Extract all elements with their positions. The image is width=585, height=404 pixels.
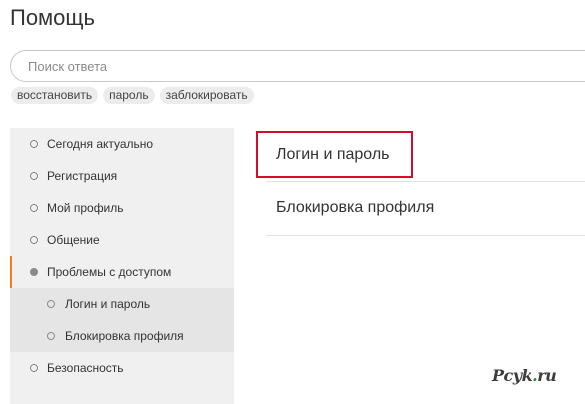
watermark-logo: Pcyk.ru [492,366,557,385]
radio-bullet-icon [47,332,55,340]
divider [266,181,585,182]
content-link-label: Блокировка профиля [276,199,435,216]
page-title: Помощь [10,5,95,30]
sidebar-subitem-login-password[interactable]: Логин и пароль [10,288,234,320]
sidebar-item-registration[interactable]: Регистрация [10,160,234,192]
tag-suggestions: восстановить пароль заблокировать [11,87,254,104]
sidebar-item-label: Безопасность [47,361,124,375]
content-link-login-password[interactable]: Логин и пароль [256,131,585,180]
sidebar-subitem-profile-block[interactable]: Блокировка профиля [10,320,234,352]
search-box[interactable] [10,50,585,82]
sidebar-item-my-profile[interactable]: Мой профиль [10,192,234,224]
tag-password[interactable]: пароль [103,87,155,104]
search-input[interactable] [11,51,585,81]
radio-bullet-filled-icon [30,268,38,276]
radio-bullet-icon [30,204,38,212]
sidebar-item-label: Мой профиль [47,201,124,215]
watermark-tld: ru [537,366,557,385]
radio-bullet-icon [30,364,38,372]
watermark-brand: Pcyk [492,366,533,385]
radio-bullet-icon [30,172,38,180]
tag-block[interactable]: заблокировать [159,87,254,104]
sidebar-item-communication[interactable]: Общение [10,224,234,256]
radio-bullet-icon [47,300,55,308]
sidebar-item-today[interactable]: Сегодня актуально [10,128,234,160]
sidebar-item-access-problems[interactable]: Проблемы с доступом [10,256,234,288]
sidebar-item-label: Сегодня актуально [47,137,154,151]
tag-restore[interactable]: восстановить [11,87,99,104]
sidebar-item-label: Общение [47,233,100,247]
content-link-profile-block[interactable]: Блокировка профиля [266,193,585,223]
sidebar-item-label: Блокировка профиля [65,329,184,343]
sidebar-item-label: Проблемы с доступом [47,265,172,279]
sidebar-item-security[interactable]: Безопасность [10,352,234,384]
sidebar-item-label: Регистрация [47,169,118,183]
sidebar: Сегодня актуально Регистрация Мой профил… [10,128,234,404]
divider [266,235,585,236]
radio-bullet-icon [30,236,38,244]
highlight-frame [256,131,413,178]
sidebar-item-label: Логин и пароль [65,297,151,311]
radio-bullet-icon [30,140,38,148]
